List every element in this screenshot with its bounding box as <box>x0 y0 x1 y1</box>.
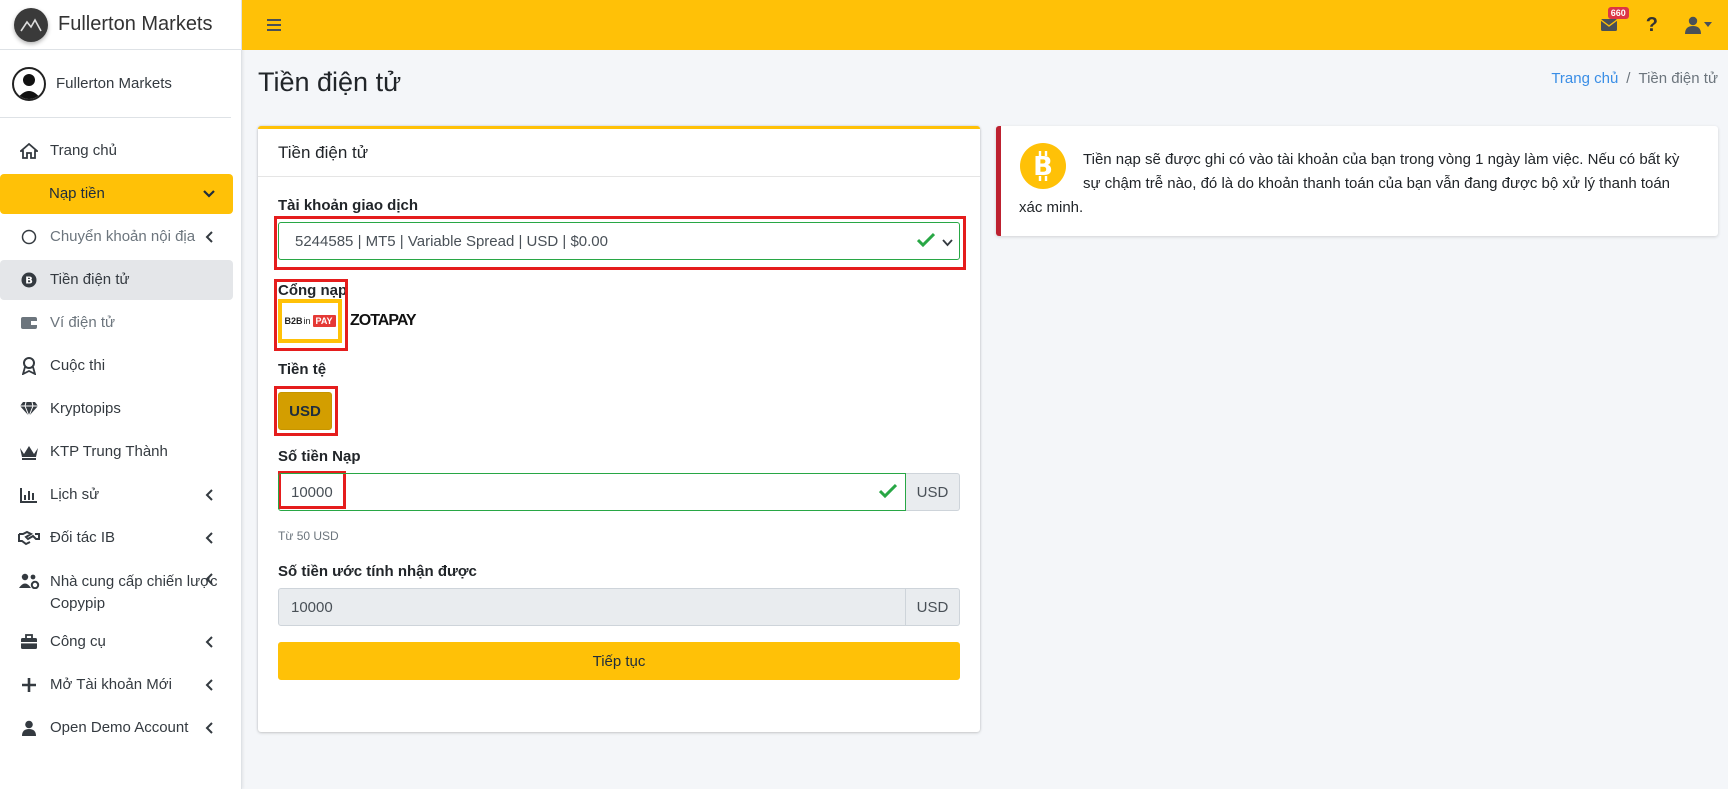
chevron-left-icon <box>201 720 217 736</box>
sidebar-item-loyalty[interactable]: KTP Trung Thành <box>0 432 233 472</box>
svg-text:B: B <box>1033 152 1053 182</box>
sidebar-item-history[interactable]: Lịch sử <box>0 475 233 515</box>
wallet-icon <box>18 313 40 333</box>
deposit-card: Tiền điện tử Tài khoản giao dịch 5244585… <box>258 126 980 732</box>
chevron-left-icon <box>201 530 217 546</box>
card-title: Tiền điện tử <box>258 129 980 177</box>
handshake-icon <box>18 528 40 548</box>
sidebar-item-label: KTP Trung Thành <box>50 443 168 460</box>
sidebar-item-label: Cuộc thi <box>50 357 106 374</box>
continue-button[interactable]: Tiếp tục <box>278 642 960 680</box>
check-icon <box>878 483 898 503</box>
breadcrumb: Trang chủ / Tiền điện tử <box>1551 70 1718 87</box>
gateway-options: B2B in PAY ZOTAPAY <box>278 295 960 347</box>
mail-button[interactable]: 660 <box>1598 7 1629 35</box>
chevron-left-icon <box>201 634 217 650</box>
amount-input-group: 10000 USD <box>278 473 960 511</box>
breadcrumb-separator: / <box>1626 70 1631 87</box>
sidebar-item-e-wallet[interactable]: Ví điện tử <box>0 303 233 343</box>
sidebar-item-label: Tiền điện tử <box>50 271 130 288</box>
bitcoin-icon: B <box>1019 142 1067 190</box>
svg-text:B: B <box>25 276 33 287</box>
mail-badge: 660 <box>1607 7 1629 19</box>
chart-bar-icon <box>18 485 40 505</box>
amount-label: Số tiền Nạp <box>278 448 361 465</box>
user-icon <box>18 718 40 738</box>
chevron-left-icon <box>201 229 217 245</box>
amount-unit: USD <box>906 473 960 511</box>
deposit-notice: B Tiền nạp sẽ được ghi có vào tài khoản … <box>996 126 1718 236</box>
sidebar-item-contest[interactable]: Cuộc thi <box>0 346 233 386</box>
chevron-down-icon <box>201 186 217 202</box>
sidebar-item-crypto[interactable]: B Tiền điện tử <box>0 260 233 300</box>
sidebar-item-demo-account[interactable]: Open Demo Account <box>0 708 233 748</box>
chevron-down-icon <box>942 234 953 251</box>
envelope-icon <box>1600 19 1618 31</box>
sidebar-item-label: Ví điện tử <box>50 314 116 331</box>
home-icon <box>18 141 40 161</box>
help-button[interactable]: ? <box>1646 14 1658 37</box>
card-body: Tài khoản giao dịch 5244585 | MT5 | Vari… <box>258 177 980 700</box>
amount-hint: Từ 50 USD <box>278 529 339 543</box>
award-icon <box>18 356 40 376</box>
sidebar-item-label: Trang chủ <box>50 142 117 159</box>
sidebar-item-new-account[interactable]: Mở Tài khoản Mới <box>0 665 233 705</box>
brand-logo-icon <box>14 7 48 42</box>
gateway-zotapay-option[interactable]: ZOTAPAY <box>350 312 417 330</box>
amount-input-value: 10000 <box>291 483 333 501</box>
user-name: Fullerton Markets <box>56 75 172 92</box>
plus-icon <box>18 675 40 695</box>
estimate-unit: USD <box>906 588 960 626</box>
user-menu-button[interactable] <box>1684 16 1712 34</box>
sidebar-nav: Trang chủ Nạp tiền Chuyển khoản nội địa … <box>0 118 241 748</box>
sidebar-item-domestic-transfer[interactable]: Chuyển khoản nội địa <box>0 217 233 257</box>
sidebar-item-tools[interactable]: Công cụ <box>0 622 233 662</box>
chevron-left-icon <box>201 487 217 503</box>
topbar: 660 ? <box>242 0 1728 50</box>
sidebar: Fullerton Markets Fullerton Markets Tran… <box>0 0 242 789</box>
chevron-left-icon <box>201 677 217 693</box>
circle-icon <box>18 227 40 247</box>
topbar-actions: 660 ? <box>1598 0 1712 50</box>
bitcoin-icon: B <box>18 270 40 290</box>
caret-down-icon <box>1704 22 1712 27</box>
sidebar-item-ib-partner[interactable]: Đối tác IB <box>0 518 233 558</box>
user-panel[interactable]: Fullerton Markets <box>0 50 231 118</box>
notice-text: Tiền nạp sẽ được ghi có vào tài khoản củ… <box>1019 151 1680 216</box>
user-icon <box>1685 16 1701 34</box>
sidebar-item-kryptopips[interactable]: Kryptopips <box>0 389 233 429</box>
chevron-left-icon <box>201 571 217 587</box>
content-header: Tiền điện tử Trang chủ / Tiền điện tử <box>258 62 1718 102</box>
account-select-value: 5244585 | MT5 | Variable Spread | USD | … <box>295 232 608 250</box>
breadcrumb-home-link[interactable]: Trang chủ <box>1551 70 1618 87</box>
check-icon <box>916 232 936 252</box>
gem-icon <box>18 399 40 419</box>
brand-name: Fullerton Markets <box>58 13 213 35</box>
breadcrumb-current: Tiền điện tử <box>1638 70 1718 87</box>
toolbox-icon <box>18 632 40 652</box>
estimate-input-group: 10000 USD <box>278 588 960 626</box>
brand[interactable]: Fullerton Markets <box>0 0 241 50</box>
highlight-box <box>274 386 338 436</box>
account-label: Tài khoản giao dịch <box>278 197 419 214</box>
estimate-label: Số tiền ước tính nhận được <box>278 563 477 580</box>
estimate-input: 10000 <box>278 588 906 626</box>
amount-input[interactable]: 10000 <box>278 473 906 511</box>
account-select[interactable]: 5244585 | MT5 | Variable Spread | USD | … <box>278 222 960 260</box>
currency-label: Tiền tệ <box>278 361 327 378</box>
crown-icon <box>18 442 40 462</box>
hamburger-menu-icon[interactable] <box>264 15 284 35</box>
sidebar-item-home[interactable]: Trang chủ <box>0 131 233 171</box>
sidebar-item-deposit[interactable]: Nạp tiền <box>0 174 233 214</box>
page-title: Tiền điện tử <box>258 67 402 97</box>
sidebar-item-label: Kryptopips <box>50 400 121 417</box>
avatar <box>12 66 46 101</box>
highlight-box <box>274 279 348 351</box>
sidebar-item-copypip[interactable]: Nhà cung cấp chiến lược Copypip <box>0 561 233 619</box>
